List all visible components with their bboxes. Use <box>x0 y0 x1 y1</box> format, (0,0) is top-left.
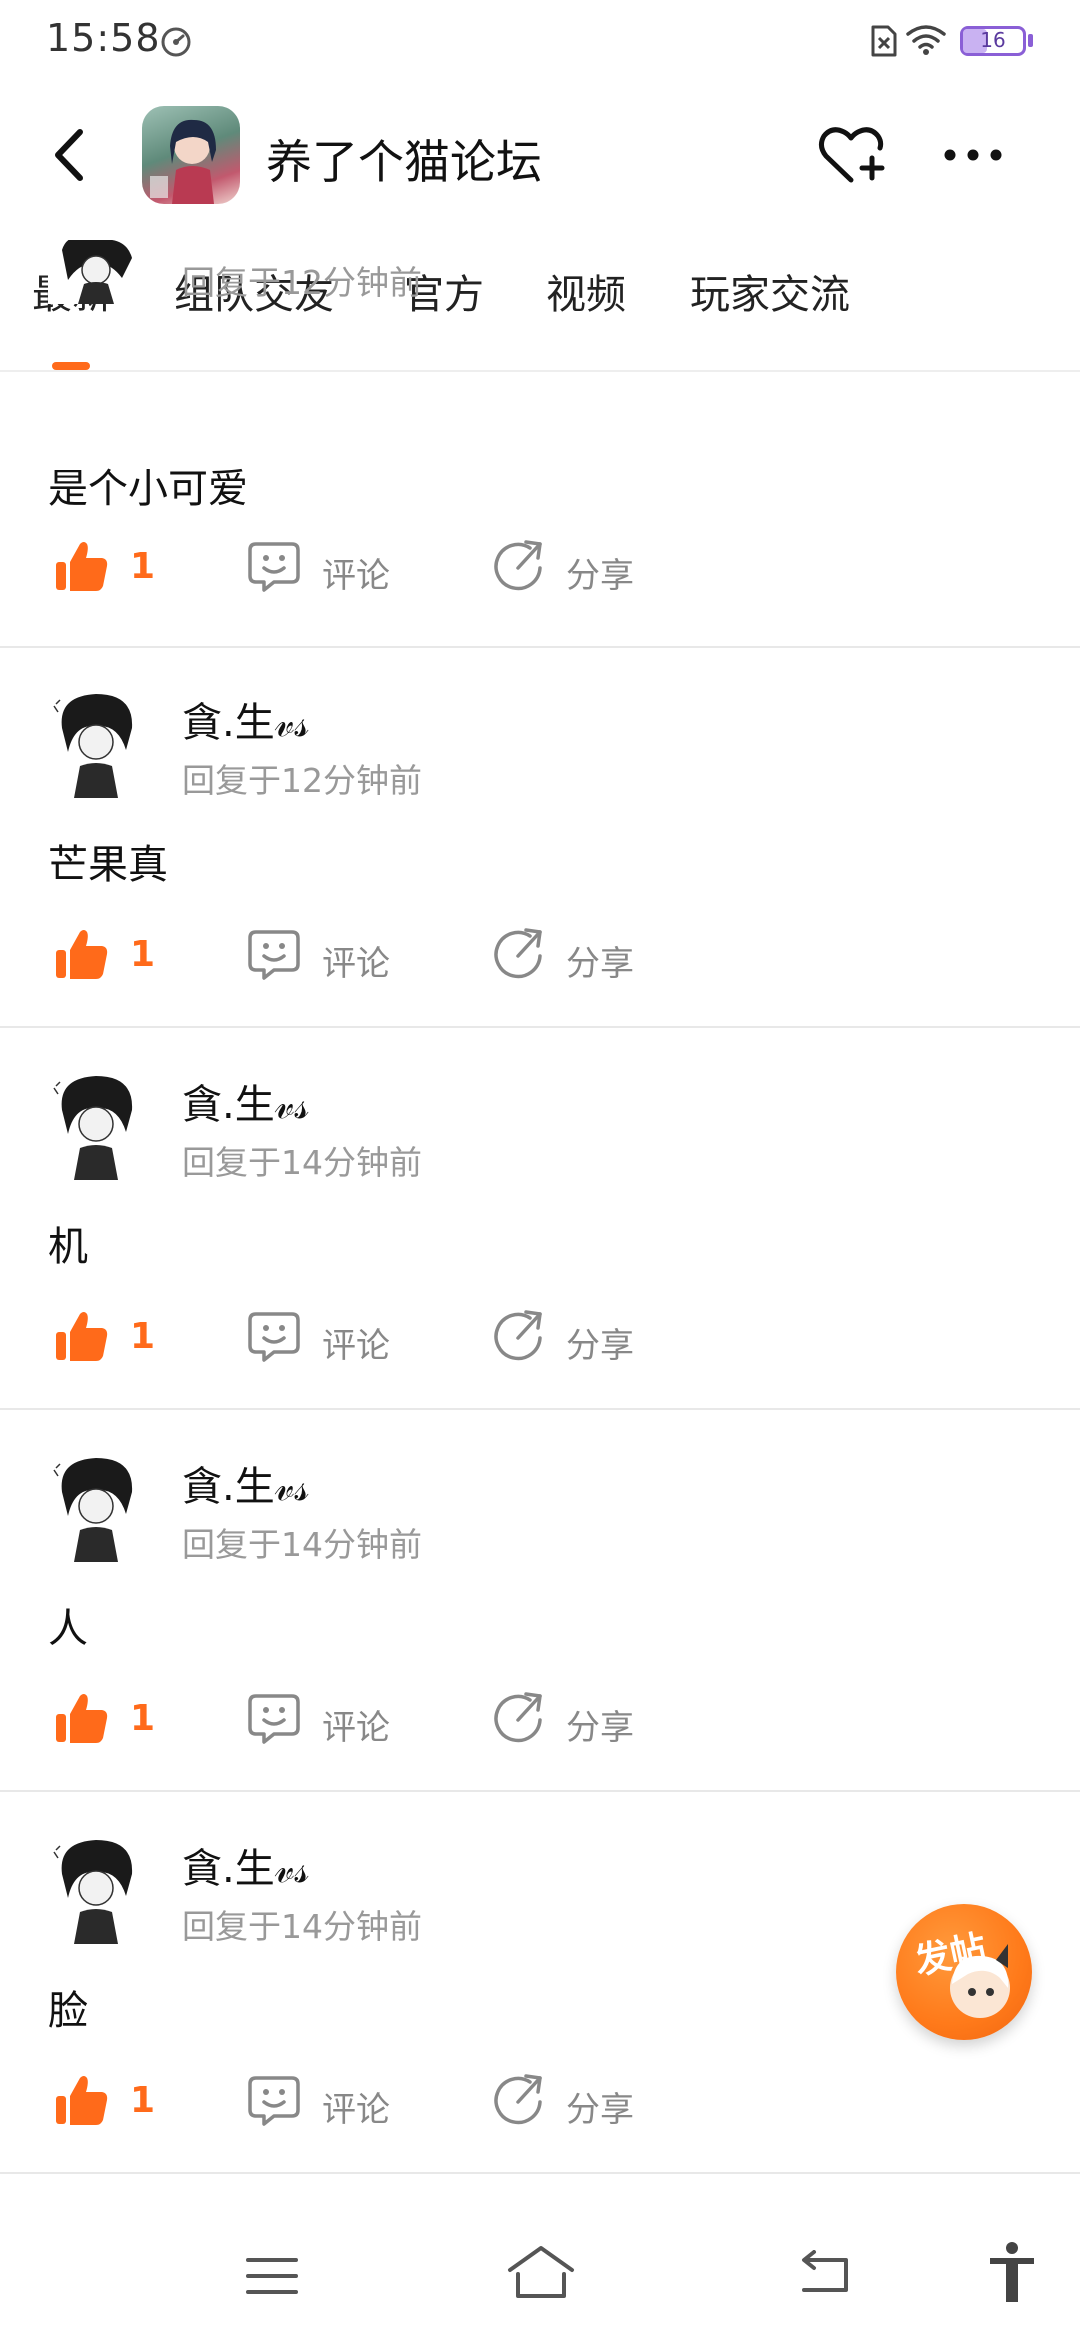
username[interactable]: 貪.生𝓋𝓈 <box>182 1072 309 1130</box>
share-button[interactable]: 分享 <box>490 1308 650 1368</box>
share-icon <box>494 928 542 979</box>
comment-button[interactable]: 评论 <box>246 926 406 986</box>
share-button[interactable]: 分享 <box>490 1690 650 1750</box>
comment-button[interactable]: 评论 <box>246 1690 406 1750</box>
share-icon <box>494 540 542 591</box>
user-avatar[interactable] <box>48 688 144 798</box>
post-content: 机 <box>48 1224 88 1270</box>
back-icon[interactable] <box>40 120 100 190</box>
username[interactable]: 貪.生𝓋𝓈 <box>182 1454 309 1512</box>
comment-button[interactable]: 评论 <box>246 538 406 598</box>
battery-cap <box>1028 34 1033 47</box>
post-divider <box>0 2172 1080 2174</box>
thumbs-up-icon <box>56 2076 108 2125</box>
more-icon[interactable] <box>938 130 1008 180</box>
battery-icon: 16 <box>960 26 1026 56</box>
home-icon[interactable] <box>506 2244 576 2300</box>
comment-label: 评论 <box>322 2090 390 2130</box>
thumbs-up-icon <box>56 1694 108 1743</box>
post-item[interactable]: 貪.生𝓋𝓈 回复于12分钟前 芒果真 1 评论 分享 <box>0 648 1080 1028</box>
reply-time: 回复于14分钟前 <box>182 1525 422 1564</box>
active-tab-indicator <box>52 362 90 370</box>
comment-icon <box>248 2076 300 2126</box>
like-count: 1 <box>130 934 156 975</box>
post-item[interactable]: 回复于12分钟前 是个小可爱 1 评论 分享 <box>0 240 1080 648</box>
menu-icon[interactable] <box>244 2254 300 2298</box>
like-count: 1 <box>130 546 156 587</box>
share-label: 分享 <box>566 2090 634 2130</box>
share-icon <box>494 1310 542 1361</box>
back-nav-icon[interactable] <box>796 2250 852 2298</box>
post-divider <box>0 1026 1080 1028</box>
post-divider <box>0 1790 1080 1792</box>
thumbs-up-icon <box>56 1312 108 1361</box>
comment-button[interactable]: 评论 <box>246 2072 406 2132</box>
share-icon <box>494 2074 542 2125</box>
user-avatar[interactable] <box>48 1070 144 1180</box>
comment-label: 评论 <box>322 1326 390 1366</box>
share-label: 分享 <box>566 944 634 984</box>
forum-header: 养了个猫论坛 <box>0 90 1080 220</box>
user-avatar[interactable] <box>48 1452 144 1562</box>
sim-error-icon <box>871 25 897 57</box>
like-count: 1 <box>130 2080 156 2121</box>
share-label: 分享 <box>566 1708 634 1748</box>
thumbs-up-icon <box>56 542 108 591</box>
post-divider <box>0 1408 1080 1410</box>
speedometer-icon <box>161 27 191 57</box>
user-avatar[interactable] <box>48 1834 144 1944</box>
post-item[interactable]: 貪.生𝓋𝓈 回复于14分钟前 机 1 评论 分享 <box>0 1030 1080 1410</box>
accessibility-icon[interactable] <box>986 2240 1038 2304</box>
battery-level: 16 <box>980 28 1006 52</box>
wifi-icon <box>906 25 946 55</box>
forum-avatar[interactable] <box>142 106 240 204</box>
like-count: 1 <box>130 1698 156 1739</box>
system-navigation-bar <box>0 2200 1080 2340</box>
reply-time: 回复于14分钟前 <box>182 1143 422 1182</box>
comment-label: 评论 <box>322 1708 390 1748</box>
new-post-button[interactable]: 发帖 <box>896 1904 1032 2040</box>
comment-icon <box>248 542 300 592</box>
comment-label: 评论 <box>322 944 390 984</box>
comment-button[interactable]: 评论 <box>246 1308 406 1368</box>
thumbs-up-icon <box>56 930 108 979</box>
post-content: 芒果真 <box>48 842 168 888</box>
comment-icon <box>248 1312 300 1362</box>
comment-icon <box>248 1694 300 1744</box>
share-label: 分享 <box>566 1326 634 1366</box>
post-content: 脸 <box>48 1988 88 2034</box>
status-bar: 15:58 16 <box>0 0 1080 82</box>
user-avatar[interactable] <box>48 240 144 304</box>
heart-plus-icon[interactable] <box>816 122 886 188</box>
share-button[interactable]: 分享 <box>490 2072 650 2132</box>
share-button[interactable]: 分享 <box>490 926 650 986</box>
like-count: 1 <box>130 1316 156 1357</box>
comment-label: 评论 <box>322 556 390 596</box>
username[interactable]: 貪.生𝓋𝓈 <box>182 690 309 748</box>
share-button[interactable]: 分享 <box>490 538 650 598</box>
post-content: 人 <box>48 1606 88 1652</box>
post-item[interactable]: 貪.生𝓋𝓈 回复于14分钟前 人 1 评论 分享 <box>0 1412 1080 1792</box>
post-content: 是个小可爱 <box>48 466 248 512</box>
comment-icon <box>248 930 300 980</box>
status-time: 15:58 <box>46 16 161 60</box>
reply-time: 回复于12分钟前 <box>182 263 422 302</box>
share-label: 分享 <box>566 556 634 596</box>
forum-avatar-art <box>150 119 216 204</box>
username[interactable]: 貪.生𝓋𝓈 <box>182 1836 309 1894</box>
forum-title: 养了个猫论坛 <box>266 135 542 189</box>
reply-time: 回复于14分钟前 <box>182 1907 422 1946</box>
share-icon <box>494 1692 542 1743</box>
reply-time: 回复于12分钟前 <box>182 761 422 800</box>
